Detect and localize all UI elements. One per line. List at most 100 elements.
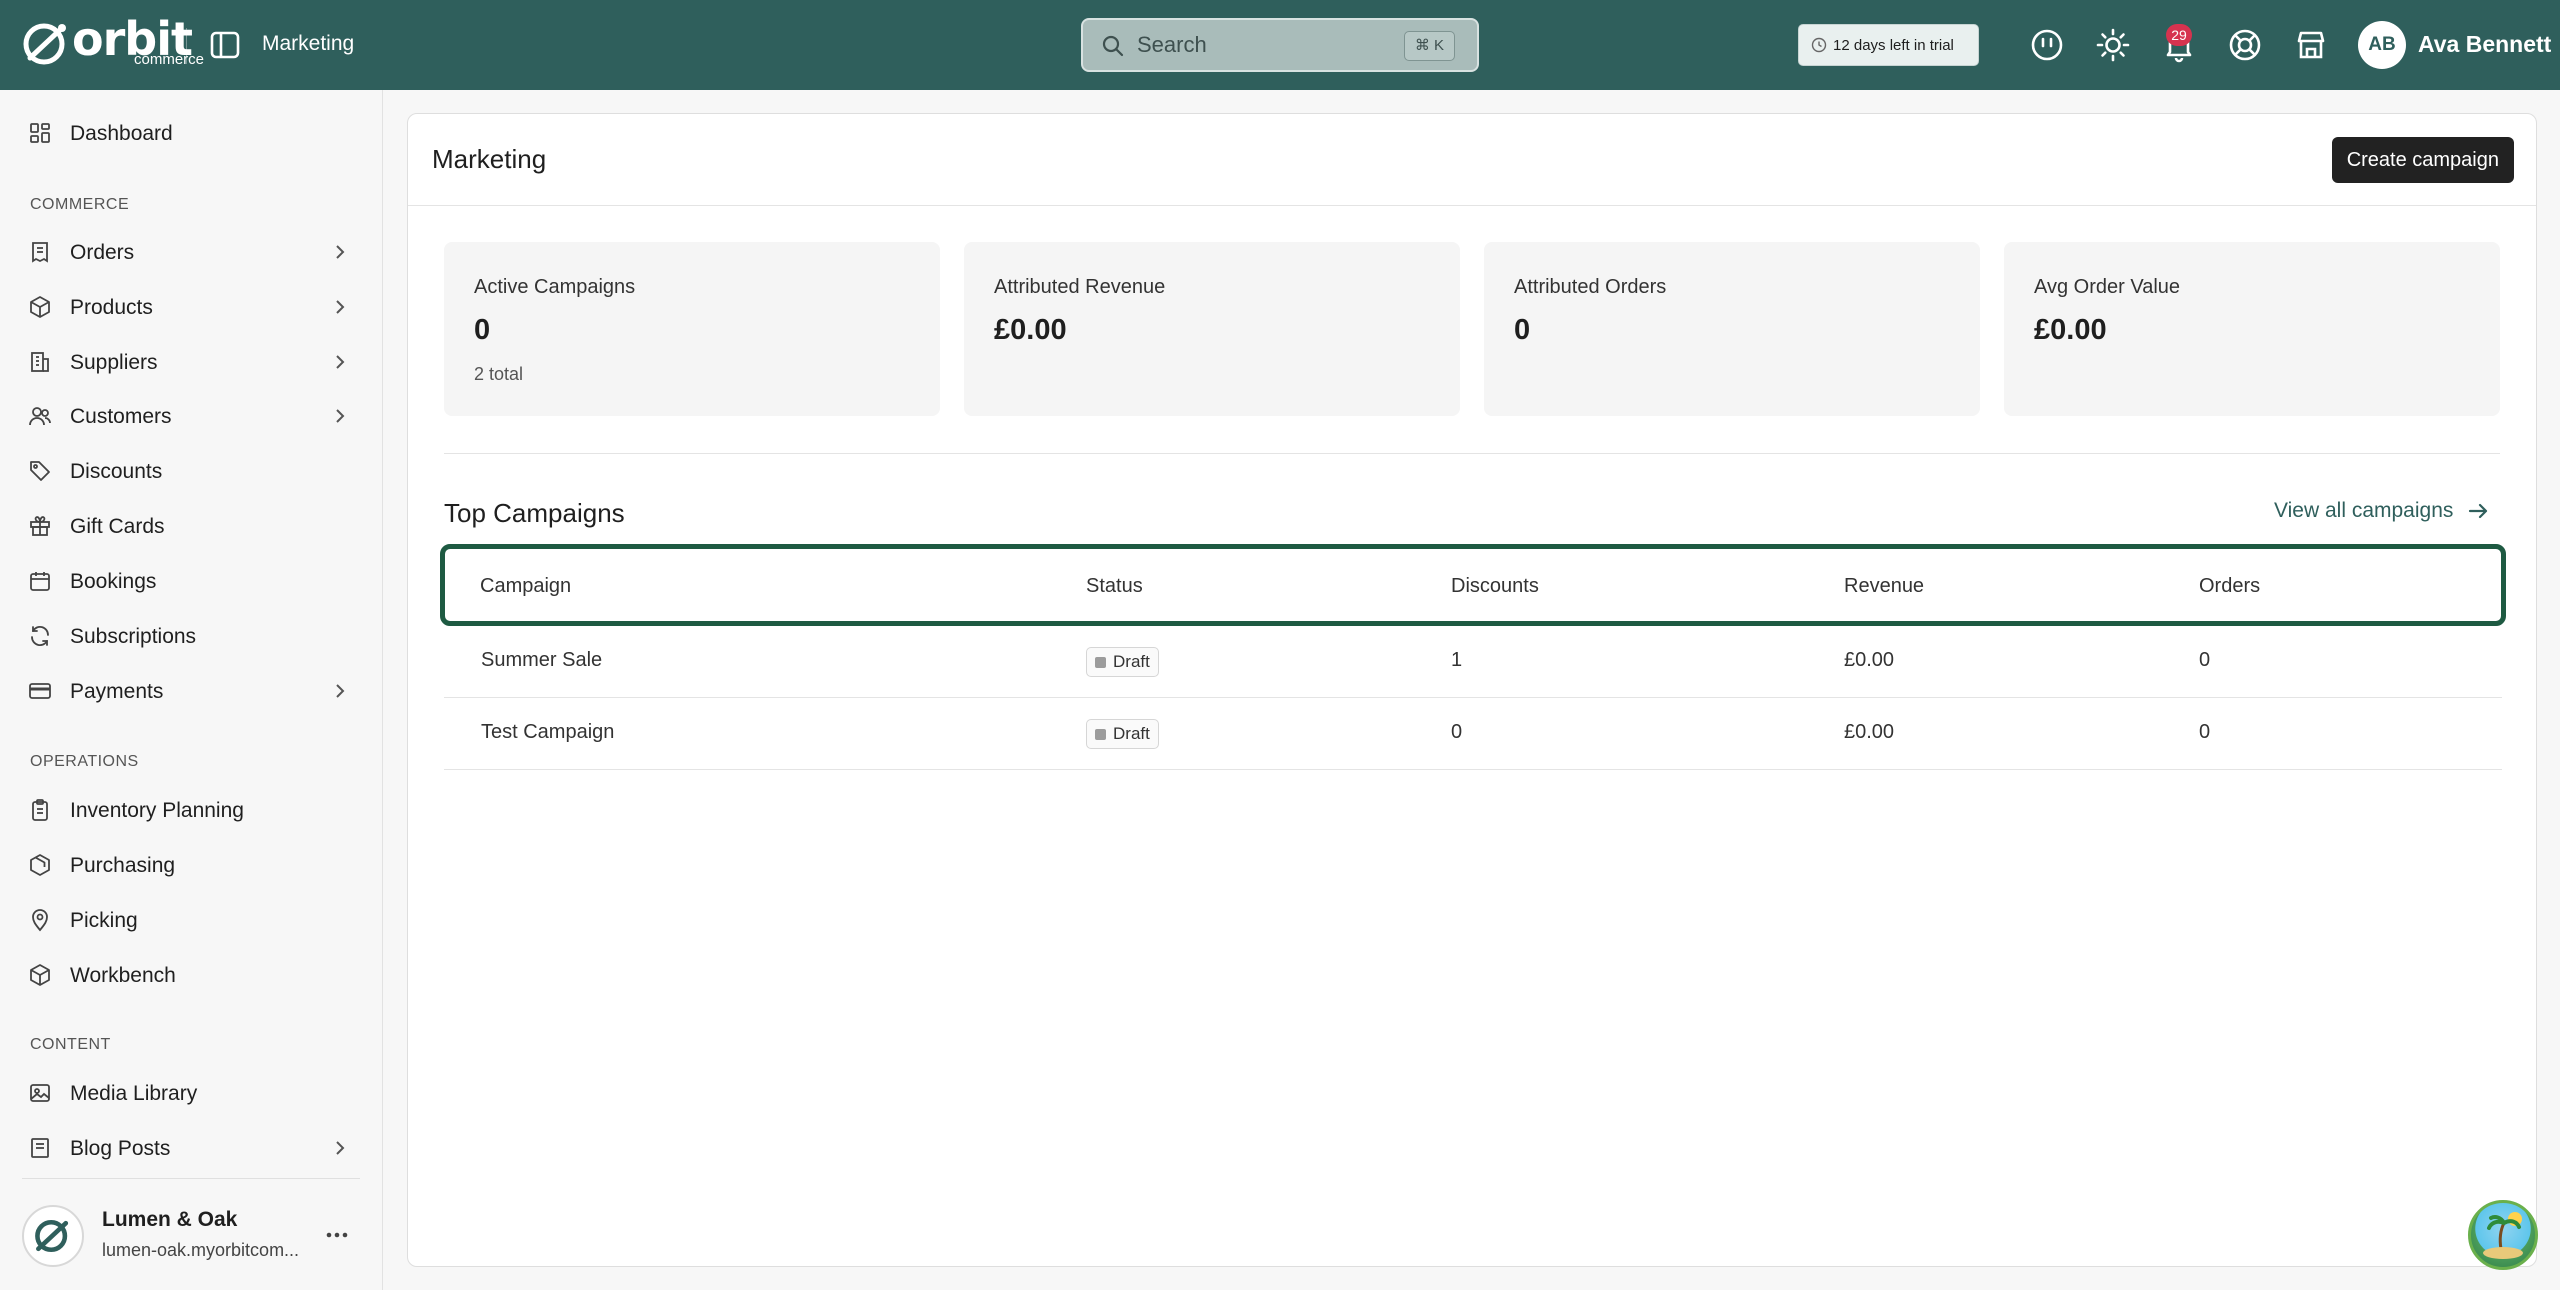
logo-subtitle: commerce bbox=[134, 51, 205, 68]
table-header-row: Campaign Status Discounts Revenue Orders bbox=[440, 544, 2506, 626]
column-header-orders[interactable]: Orders bbox=[2199, 575, 2260, 598]
sidebar-item-orders[interactable]: Orders bbox=[14, 228, 364, 276]
sidebar: Dashboard COMMERCE Orders Products Suppl… bbox=[0, 90, 383, 1290]
stat-subtext: 2 total bbox=[474, 364, 524, 384]
sidebar-item-label: Media Library bbox=[70, 1082, 198, 1105]
theme-toggle-button[interactable] bbox=[2094, 26, 2132, 64]
sidebar-item-discounts[interactable]: Discounts bbox=[14, 447, 364, 495]
column-header-status[interactable]: Status bbox=[1086, 575, 1143, 598]
store-avatar[interactable] bbox=[22, 1205, 84, 1267]
storefront-button[interactable] bbox=[2292, 26, 2330, 64]
sidebar-item-payments[interactable]: Payments bbox=[14, 667, 364, 715]
sidebar-item-label: Purchasing bbox=[70, 854, 176, 877]
revenue-value: £0.00 bbox=[1844, 649, 1895, 671]
status-badge: Draft bbox=[1086, 647, 1159, 677]
sidebar-item-workbench[interactable]: Workbench bbox=[14, 951, 364, 999]
sidebar-item-purchasing[interactable]: Purchasing bbox=[14, 841, 364, 889]
panel-header: Marketing Create campaign bbox=[408, 114, 2536, 206]
help-button[interactable] bbox=[2226, 26, 2264, 64]
discounts-value: 0 bbox=[1451, 721, 1463, 743]
campaign-name[interactable]: Summer Sale bbox=[481, 649, 602, 672]
campaign-name[interactable]: Test Campaign bbox=[481, 721, 614, 744]
search-bar[interactable]: ⌘ K bbox=[1081, 18, 1479, 72]
sidebar-item-gift-cards[interactable]: Gift Cards bbox=[14, 502, 364, 550]
sidebar-item-subscriptions[interactable]: Subscriptions bbox=[14, 612, 364, 660]
image-icon bbox=[30, 1084, 50, 1102]
view-all-campaigns-link[interactable]: View all campaigns bbox=[2274, 499, 2489, 523]
user-avatar[interactable]: AB bbox=[2358, 21, 2406, 69]
create-campaign-button[interactable]: Create campaign bbox=[2331, 137, 2514, 183]
notification-count-badge: 29 bbox=[2166, 24, 2192, 46]
column-header-discounts[interactable]: Discounts bbox=[1451, 575, 1539, 598]
view-all-label: View all campaigns bbox=[2274, 499, 2454, 522]
chevron-right-icon bbox=[336, 300, 345, 314]
marketing-panel: Marketing Create campaign Active Campaig… bbox=[407, 113, 2537, 1267]
sidebar-item-products[interactable]: Products bbox=[14, 283, 364, 331]
store-divider bbox=[22, 1178, 360, 1179]
stat-value: £0.00 bbox=[994, 314, 1067, 346]
store-menu-button[interactable] bbox=[322, 1220, 352, 1250]
chevron-right-icon bbox=[336, 1141, 345, 1155]
map-pin-icon bbox=[32, 909, 48, 932]
sidebar-item-customers[interactable]: Customers bbox=[14, 392, 364, 440]
topbar-section-title: Marketing bbox=[262, 32, 355, 55]
arrow-right-icon bbox=[2469, 503, 2488, 519]
top-bar: orbit commerce Marketing ⌘ K 12 days lef… bbox=[0, 0, 2560, 90]
support-chat-button[interactable] bbox=[2468, 1200, 2538, 1270]
box-icon bbox=[30, 296, 50, 318]
sidebar-toggle-button[interactable] bbox=[208, 28, 242, 62]
search-icon bbox=[1102, 35, 1124, 57]
document-icon bbox=[31, 1138, 49, 1158]
trial-status-badge[interactable]: 12 days left in trial bbox=[1798, 24, 1979, 66]
sidebar-item-inventory-planning[interactable]: Inventory Planning bbox=[14, 786, 364, 834]
sidebar-item-suppliers[interactable]: Suppliers bbox=[14, 338, 364, 386]
users-icon bbox=[29, 407, 51, 426]
sidebar-item-label: Inventory Planning bbox=[70, 799, 244, 822]
sidebar-item-label: Products bbox=[70, 296, 153, 319]
stat-value: 0 bbox=[474, 314, 491, 346]
page-title: Marketing bbox=[432, 144, 547, 174]
orbit-logo[interactable]: orbit commerce bbox=[22, 12, 204, 70]
sidebar-item-media-library[interactable]: Media Library bbox=[14, 1069, 364, 1117]
chevron-right-icon bbox=[336, 684, 345, 698]
dashboard-icon bbox=[30, 123, 50, 143]
sidebar-item-picking[interactable]: Picking bbox=[14, 896, 364, 944]
table-row[interactable]: Summer Sale Draft 1 £0.00 0 bbox=[444, 626, 2502, 698]
island-avatar-icon bbox=[2483, 1212, 2523, 1259]
sidebar-item-label: Orders bbox=[70, 241, 135, 264]
package-icon bbox=[30, 854, 50, 876]
table-row[interactable]: Test Campaign Draft 0 £0.00 0 bbox=[444, 698, 2502, 770]
sidebar-item-label: Workbench bbox=[70, 964, 176, 987]
search-shortcut-hint: ⌘ K bbox=[1403, 31, 1455, 61]
user-name[interactable]: Ava Bennett bbox=[2418, 31, 2551, 58]
stat-card-active-campaigns: Active Campaigns 0 2 total bbox=[444, 242, 940, 416]
sidebar-item-label: Suppliers bbox=[70, 351, 158, 374]
stat-value: £0.00 bbox=[2034, 314, 2107, 346]
column-header-revenue[interactable]: Revenue bbox=[1844, 575, 1924, 598]
column-header-campaign[interactable]: Campaign bbox=[480, 575, 571, 598]
building-icon bbox=[31, 352, 49, 372]
store-name[interactable]: Lumen & Oak bbox=[102, 1208, 237, 1232]
chevron-right-icon bbox=[336, 245, 345, 259]
search-input[interactable] bbox=[1137, 30, 1387, 60]
sidebar-item-label: Payments bbox=[70, 680, 164, 703]
sidebar-item-label: Picking bbox=[70, 909, 138, 932]
store-logo-icon bbox=[35, 1219, 69, 1253]
feedback-button[interactable] bbox=[2028, 26, 2066, 64]
stat-label: Attributed Revenue bbox=[994, 276, 1166, 298]
sidebar-item-label: Blog Posts bbox=[70, 1137, 171, 1160]
sidebar-section-content: CONTENT bbox=[30, 1036, 111, 1053]
sidebar-item-bookings[interactable]: Bookings bbox=[14, 557, 364, 605]
sidebar-item-dashboard[interactable]: Dashboard bbox=[14, 109, 364, 157]
store-icon bbox=[2297, 31, 2325, 59]
orders-value: 0 bbox=[2199, 649, 2211, 671]
stat-label: Avg Order Value bbox=[2034, 276, 2181, 298]
sidebar-item-label: Discounts bbox=[70, 460, 163, 483]
revenue-value: £0.00 bbox=[1844, 721, 1895, 743]
sidebar-item-blog-posts[interactable]: Blog Posts bbox=[14, 1124, 364, 1172]
stat-label: Attributed Orders bbox=[1514, 276, 1667, 298]
stat-label: Active Campaigns bbox=[474, 276, 636, 298]
sidebar-item-label: Customers bbox=[70, 405, 172, 428]
cube-icon bbox=[30, 964, 50, 986]
stat-card-attributed-orders: Attributed Orders 0 bbox=[1484, 242, 1980, 416]
